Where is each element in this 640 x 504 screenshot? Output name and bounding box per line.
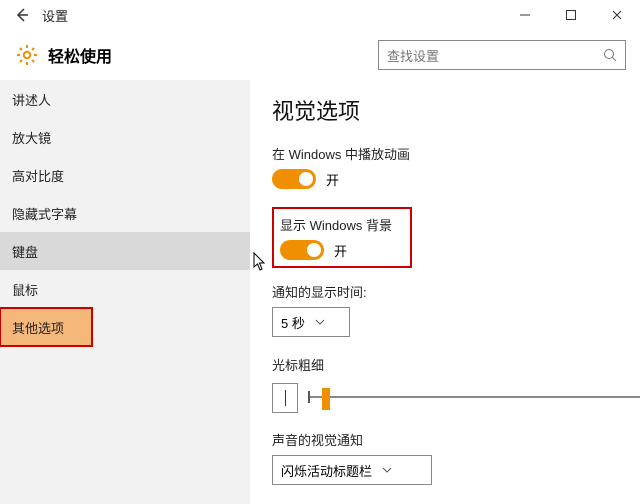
maximize-button[interactable]	[548, 0, 594, 30]
sidebar-item-captions[interactable]: 隐藏式字幕	[0, 194, 250, 232]
cursor-thickness-label: 光标粗细	[272, 355, 640, 374]
visual-notify-label: 声音的视觉通知	[272, 430, 640, 449]
notify-duration-select[interactable]: 5 秒	[272, 307, 350, 337]
show-background-label: 显示 Windows 背景	[280, 215, 400, 234]
content-panel: 视觉选项 在 Windows 中播放动画 开 显示 Windows 背景 开 通…	[250, 80, 640, 504]
notify-duration-label: 通知的显示时间:	[272, 282, 640, 301]
play-animations-state: 开	[326, 170, 339, 189]
sidebar-item-highcontrast[interactable]: 高对比度	[0, 156, 250, 194]
page-title: 轻松使用	[48, 43, 112, 67]
content-heading: 视觉选项	[272, 94, 640, 126]
search-placeholder: 查找设置	[387, 46, 603, 65]
sidebar-item-keyboard[interactable]: 键盘	[0, 232, 250, 270]
window-title: 设置	[42, 6, 68, 25]
search-icon	[603, 48, 617, 62]
minimize-button[interactable]	[502, 0, 548, 30]
sidebar-item-magnifier[interactable]: 放大镜	[0, 118, 250, 156]
gear-icon	[14, 42, 40, 68]
sidebar-item-narrator[interactable]: 讲述人	[0, 80, 250, 118]
sidebar-item-mouse[interactable]: 鼠标	[0, 270, 250, 308]
chevron-down-icon	[315, 319, 325, 325]
show-background-toggle[interactable]	[280, 240, 324, 260]
close-button[interactable]	[594, 0, 640, 30]
play-animations-toggle[interactable]	[272, 169, 316, 189]
highlight-box: 显示 Windows 背景 开	[272, 207, 412, 268]
sidebar-item-other[interactable]: 其他选项	[0, 308, 92, 346]
cursor-thickness-slider[interactable]	[308, 396, 640, 398]
sidebar: 讲述人 放大镜 高对比度 隐藏式字幕 键盘 鼠标 其他选项	[0, 80, 250, 504]
chevron-down-icon	[382, 467, 392, 473]
cursor-preview	[272, 383, 298, 413]
visual-notify-select[interactable]: 闪烁活动标题栏	[272, 455, 432, 485]
search-input[interactable]: 查找设置	[378, 40, 626, 70]
show-background-state: 开	[334, 241, 347, 260]
play-animations-label: 在 Windows 中播放动画	[272, 144, 640, 163]
back-button[interactable]	[8, 1, 36, 29]
slider-thumb[interactable]	[322, 388, 330, 410]
